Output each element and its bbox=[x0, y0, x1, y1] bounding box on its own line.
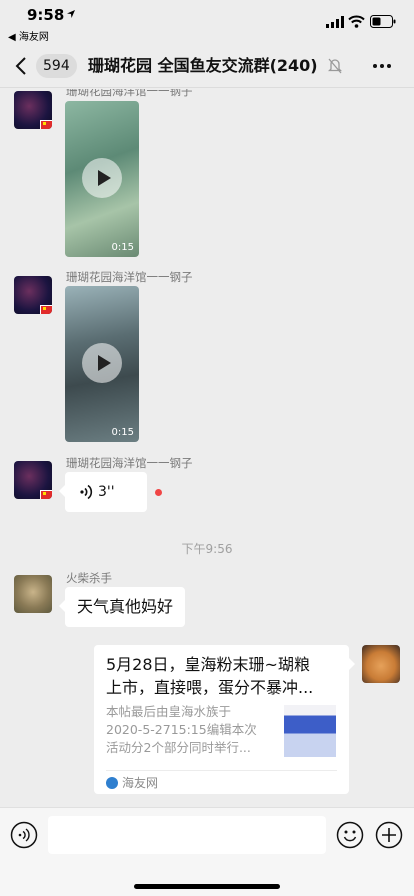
chat-messages[interactable]: 珊瑚花园海洋馆一一钢子 0:15 珊瑚花园海洋馆一一钢子 0:15 珊瑚花园海洋… bbox=[0, 89, 414, 807]
voice-length: 3'' bbox=[98, 484, 115, 500]
unread-dot bbox=[155, 489, 162, 496]
avatar[interactable] bbox=[14, 461, 52, 499]
link-card-description: 本帖最后由皇海水族于 2020-5-2715:15编辑本次 活动分2个部分同时举… bbox=[106, 703, 280, 757]
link-card-desc-line: 活动分2个部分同时举行... bbox=[106, 740, 251, 755]
avatar[interactable] bbox=[14, 276, 52, 314]
play-icon[interactable] bbox=[82, 158, 122, 198]
link-card-title: 5月28日，皇海粉末珊~瑚粮 上市，直接喂，蛋分不暴冲... bbox=[106, 653, 340, 699]
unread-count-badge[interactable]: 594 bbox=[36, 54, 77, 78]
voice-input-icon[interactable] bbox=[10, 821, 38, 849]
avatar[interactable] bbox=[14, 575, 52, 613]
plus-icon[interactable] bbox=[375, 821, 403, 849]
link-card-divider bbox=[106, 770, 337, 771]
video-message[interactable]: 0:15 bbox=[65, 101, 139, 257]
link-card-thumbnail bbox=[284, 705, 336, 757]
my-avatar[interactable] bbox=[362, 645, 400, 683]
battery-icon bbox=[370, 15, 396, 28]
message-input[interactable] bbox=[48, 816, 326, 854]
link-card-title-line: 5月28日，皇海粉末珊~瑚粮 bbox=[106, 655, 310, 674]
more-dots-icon[interactable] bbox=[372, 56, 392, 76]
video-duration: 0:15 bbox=[111, 242, 134, 253]
mute-bell-icon bbox=[328, 58, 342, 74]
link-card-title-line: 上市，直接喂，蛋分不暴冲... bbox=[106, 678, 314, 697]
back-to-app-link[interactable]: ◀ 海友网 bbox=[8, 28, 49, 43]
emoji-icon[interactable] bbox=[336, 821, 364, 849]
video-message[interactable]: 0:15 bbox=[65, 286, 139, 442]
voice-message[interactable]: 3'' bbox=[59, 472, 147, 512]
link-card-desc-line: 2020-5-2715:15编辑本次 bbox=[106, 722, 257, 737]
signal-icon bbox=[326, 16, 344, 28]
input-bar bbox=[0, 807, 414, 896]
sender-name: 珊瑚花园海洋馆一一钢子 bbox=[66, 270, 193, 284]
video-duration: 0:15 bbox=[111, 427, 134, 438]
flag-icon bbox=[40, 490, 52, 499]
chat-title: 珊瑚花园 全国鱼友交流群(240) bbox=[88, 56, 318, 75]
back-chevron-icon[interactable] bbox=[14, 56, 28, 76]
link-card-desc-line: 本帖最后由皇海水族于 bbox=[106, 704, 232, 719]
home-indicator bbox=[134, 884, 280, 889]
sender-name: 珊瑚花园海洋馆一一钢子 bbox=[66, 456, 193, 470]
link-card-source: 海友网 bbox=[122, 776, 159, 790]
status-bar: 9:58 ◀ 海友网 bbox=[0, 0, 414, 44]
flag-icon bbox=[40, 305, 52, 314]
play-icon[interactable] bbox=[82, 343, 122, 383]
chat-header: 594 珊瑚花园 全国鱼友交流群(240) bbox=[0, 44, 414, 88]
link-card-message[interactable]: 5月28日，皇海粉末珊~瑚粮 上市，直接喂，蛋分不暴冲... 本帖最后由皇海水族… bbox=[94, 645, 355, 794]
avatar[interactable] bbox=[14, 91, 52, 129]
voice-wave-icon bbox=[80, 484, 93, 500]
wifi-icon bbox=[348, 15, 365, 28]
text-message[interactable]: 天气真他妈好 bbox=[58, 587, 186, 627]
sender-name: 火柴杀手 bbox=[66, 571, 112, 585]
time-divider: 下午9:56 bbox=[181, 542, 233, 556]
flag-icon bbox=[40, 120, 52, 129]
status-time: 9:58 bbox=[27, 6, 65, 24]
source-app-icon bbox=[106, 777, 118, 789]
sender-name: 珊瑚花园海洋馆一一钢子 bbox=[66, 89, 193, 98]
location-arrow-icon bbox=[67, 10, 75, 18]
